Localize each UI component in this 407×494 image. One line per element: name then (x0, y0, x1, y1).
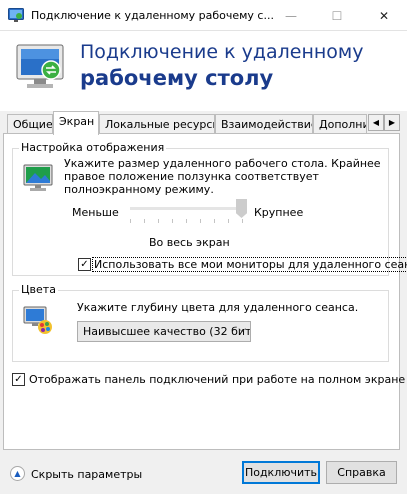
use-all-monitors-checkbox[interactable]: ✓ (78, 258, 91, 271)
window-title: Подключение к удаленному рабочему с... (31, 9, 274, 22)
remote-desktop-monitor-icon (14, 41, 68, 95)
display-size-slider-track[interactable] (130, 207, 242, 210)
connect-button[interactable]: Подключить (242, 461, 320, 484)
arrow-right-icon: ▶ (388, 118, 396, 127)
tab-scroll-left-button[interactable]: ◀ (368, 114, 384, 131)
checkmark-icon: ✓ (80, 258, 89, 270)
remote-desktop-app-icon (8, 8, 24, 23)
slider-tick (242, 219, 243, 223)
arrow-left-icon: ◀ (372, 118, 380, 127)
slider-min-label: Меньше (72, 206, 119, 219)
slider-tick (130, 219, 131, 223)
tab-display[interactable]: Экран (53, 111, 99, 135)
tab-strip: Общие Экран Локальные ресурсы Взаимодейс… (0, 111, 407, 135)
close-icon: ✕ (378, 8, 390, 23)
display-config-group: Настройка отображения Укажите размер уда… (12, 141, 407, 276)
slider-max-label: Крупнее (254, 206, 304, 219)
use-all-monitors-label[interactable]: Использовать все мои мониторы для удален… (92, 257, 407, 272)
slider-value-label: Во весь экран (149, 236, 230, 249)
tab-scroll-right-button[interactable]: ▶ (384, 114, 400, 131)
help-button[interactable]: Справка (326, 461, 397, 484)
slider-tick (158, 219, 159, 223)
close-button[interactable]: ✕ (361, 0, 407, 31)
banner-title-line2: рабочему столу (80, 66, 274, 90)
colors-group-label: Цвета (19, 283, 58, 296)
connection-bar-label[interactable]: Отображать панель подключений при работе… (29, 373, 405, 386)
tab-advanced[interactable]: Дополни (313, 114, 367, 134)
connection-bar-checkbox[interactable]: ✓ (12, 373, 25, 386)
tab-experience[interactable]: Взаимодействие (215, 114, 313, 134)
maximize-icon: ☐ (331, 8, 343, 23)
colors-group: Цвета Укажите глубину цвета для удаленно… (12, 283, 389, 362)
chevron-up-icon: ▲ (14, 469, 21, 478)
tab-local-resources[interactable]: Локальные ресурсы (99, 114, 215, 134)
color-depth-select[interactable]: Наивысшее качество (32 бит ⌵ (77, 321, 251, 342)
slider-tick (172, 219, 173, 223)
slider-tick (214, 219, 215, 223)
maximize-button[interactable]: ☐ (314, 0, 360, 31)
color-depth-selected-value: Наивысшее качество (32 бит (83, 325, 251, 338)
hide-options-label[interactable]: Скрыть параметры (31, 468, 142, 481)
checkmark-icon: ✓ (14, 373, 23, 385)
slider-tick (144, 219, 145, 223)
tab-general[interactable]: Общие (7, 114, 53, 134)
minimize-button[interactable]: — (268, 0, 314, 31)
color-depth-description: Укажите глубину цвета для удаленного сеа… (77, 301, 359, 314)
minimize-icon: — (285, 8, 297, 23)
title-bar[interactable]: Подключение к удаленному рабочему с... —… (0, 0, 407, 31)
display-size-description: Укажите размер удаленного рабочего стола… (64, 157, 381, 196)
color-palette-icon (23, 305, 53, 335)
display-size-slider-thumb[interactable] (236, 199, 247, 218)
slider-tick (228, 219, 229, 223)
display-config-group-label: Настройка отображения (19, 141, 167, 154)
banner-title-line1: Подключение к удаленному (80, 41, 364, 63)
display-monitor-icon (23, 163, 55, 195)
display-tab-panel: Настройка отображения Укажите размер уда… (3, 133, 407, 450)
hide-options-toggle[interactable]: ▲ (10, 466, 25, 481)
dialog-banner: Подключение к удаленному рабочему столу (0, 31, 407, 111)
slider-tick (200, 219, 201, 223)
slider-tick (186, 219, 187, 223)
chevron-down-icon: ⌵ (238, 324, 246, 335)
